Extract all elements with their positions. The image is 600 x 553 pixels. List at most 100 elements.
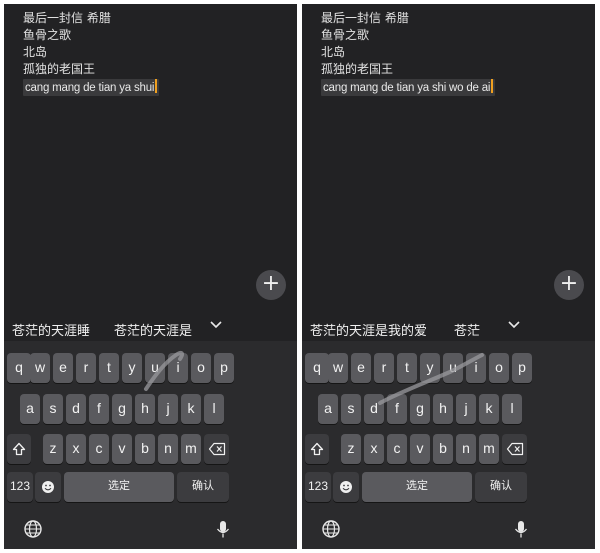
key-k[interactable]: k — [181, 394, 201, 424]
note-line: 北岛 — [321, 45, 346, 59]
globe-icon[interactable] — [23, 519, 43, 539]
key-b[interactable]: b — [433, 434, 453, 464]
text-caret — [491, 79, 494, 93]
key-l[interactable]: l — [502, 394, 522, 424]
key-b[interactable]: b — [135, 434, 155, 464]
numbers-key[interactable]: 123 — [305, 472, 331, 502]
backspace-icon — [506, 442, 523, 455]
shift-icon — [310, 442, 324, 455]
key-g[interactable]: g — [410, 394, 430, 424]
shift-icon — [12, 442, 26, 455]
confirm-key[interactable]: 确认 — [475, 472, 527, 502]
key-w[interactable]: w — [328, 353, 348, 383]
emoji-key[interactable] — [35, 472, 61, 502]
note-line: 最后一封信 希腊 — [23, 11, 111, 25]
note-text-area[interactable]: 最后一封信 希腊 鱼骨之歌 北岛 孤独的老国王 cang mang de tia… — [321, 10, 496, 96]
key-l[interactable]: l — [204, 394, 224, 424]
shift-key[interactable] — [7, 434, 31, 464]
chevron-down-icon[interactable] — [208, 317, 224, 333]
key-z[interactable]: z — [341, 434, 361, 464]
emoji-key[interactable] — [333, 472, 359, 502]
key-o[interactable]: o — [191, 353, 211, 383]
text-caret — [155, 79, 158, 93]
add-button[interactable]: + — [554, 270, 584, 300]
key-r[interactable]: r — [374, 353, 394, 383]
composing-text[interactable]: cang mang de tian ya shui — [23, 79, 160, 96]
key-t[interactable]: t — [99, 353, 119, 383]
key-k[interactable]: k — [479, 394, 499, 424]
emoji-icon — [42, 480, 54, 493]
composing-text-value: cang mang de tian ya shui — [25, 82, 155, 94]
key-f[interactable]: f — [387, 394, 407, 424]
key-y[interactable]: y — [122, 353, 142, 383]
plus-icon: + — [559, 271, 579, 296]
backspace-key[interactable] — [204, 434, 229, 464]
key-w[interactable]: w — [30, 353, 50, 383]
keyboard: q w e r t y u i o p a s d f g h j k l z … — [4, 341, 297, 549]
note-line: 孤独的老国王 — [23, 62, 96, 76]
key-q[interactable]: q — [7, 353, 31, 383]
key-v[interactable]: v — [410, 434, 430, 464]
key-a[interactable]: a — [20, 394, 40, 424]
key-s[interactable]: s — [341, 394, 361, 424]
emoji-icon — [340, 480, 352, 493]
candidate-item[interactable]: 苍茫的天涯睡 — [12, 320, 90, 339]
globe-icon[interactable] — [321, 519, 341, 539]
phone-screen-left: 最后一封信 希腊 鱼骨之歌 北岛 孤独的老国王 cang mang de tia… — [4, 4, 297, 549]
key-m[interactable]: m — [479, 434, 499, 464]
key-o[interactable]: o — [489, 353, 509, 383]
key-v[interactable]: v — [112, 434, 132, 464]
key-g[interactable]: g — [112, 394, 132, 424]
key-u[interactable]: u — [145, 353, 165, 383]
shift-key[interactable] — [305, 434, 329, 464]
candidate-item[interactable]: 苍茫的天涯是我的爱 — [310, 320, 427, 339]
composing-text-value: cang mang de tian ya shi wo de ai — [323, 82, 491, 94]
space-select-key[interactable]: 选定 — [362, 472, 472, 502]
key-p[interactable]: p — [214, 353, 234, 383]
key-j[interactable]: j — [158, 394, 178, 424]
key-c[interactable]: c — [89, 434, 109, 464]
key-f[interactable]: f — [89, 394, 109, 424]
microphone-icon[interactable] — [213, 519, 233, 539]
key-u[interactable]: u — [443, 353, 463, 383]
key-a[interactable]: a — [318, 394, 338, 424]
key-s[interactable]: s — [43, 394, 63, 424]
plus-icon: + — [261, 271, 281, 296]
candidate-bar: 苍茫的天涯是我的爱 苍茫 — [302, 315, 595, 341]
chevron-down-icon[interactable] — [506, 317, 522, 333]
key-d[interactable]: d — [364, 394, 384, 424]
key-n[interactable]: n — [456, 434, 476, 464]
key-c[interactable]: c — [387, 434, 407, 464]
key-j[interactable]: j — [456, 394, 476, 424]
key-y[interactable]: y — [420, 353, 440, 383]
key-e[interactable]: e — [53, 353, 73, 383]
key-m[interactable]: m — [181, 434, 201, 464]
microphone-icon[interactable] — [511, 519, 531, 539]
confirm-key[interactable]: 确认 — [177, 472, 229, 502]
key-i[interactable]: i — [168, 353, 188, 383]
key-t[interactable]: t — [397, 353, 417, 383]
candidate-bar: 苍茫的天涯睡 苍茫的天涯是 — [4, 315, 297, 341]
add-button[interactable]: + — [256, 270, 286, 300]
keyboard: q w e r t y u i o p a s d f g h j k l z … — [302, 341, 595, 549]
key-h[interactable]: h — [433, 394, 453, 424]
composing-text[interactable]: cang mang de tian ya shi wo de ai — [321, 79, 496, 96]
key-n[interactable]: n — [158, 434, 178, 464]
key-q[interactable]: q — [305, 353, 329, 383]
backspace-key[interactable] — [502, 434, 527, 464]
note-line: 最后一封信 希腊 — [321, 11, 409, 25]
numbers-key[interactable]: 123 — [7, 472, 33, 502]
space-select-key[interactable]: 选定 — [64, 472, 174, 502]
key-h[interactable]: h — [135, 394, 155, 424]
key-x[interactable]: x — [66, 434, 86, 464]
note-text-area[interactable]: 最后一封信 希腊 鱼骨之歌 北岛 孤独的老国王 cang mang de tia… — [23, 10, 160, 96]
key-z[interactable]: z — [43, 434, 63, 464]
key-d[interactable]: d — [66, 394, 86, 424]
key-i[interactable]: i — [466, 353, 486, 383]
key-r[interactable]: r — [76, 353, 96, 383]
candidate-item[interactable]: 苍茫 — [454, 320, 480, 339]
candidate-item[interactable]: 苍茫的天涯是 — [114, 320, 192, 339]
key-x[interactable]: x — [364, 434, 384, 464]
key-e[interactable]: e — [351, 353, 371, 383]
key-p[interactable]: p — [512, 353, 532, 383]
